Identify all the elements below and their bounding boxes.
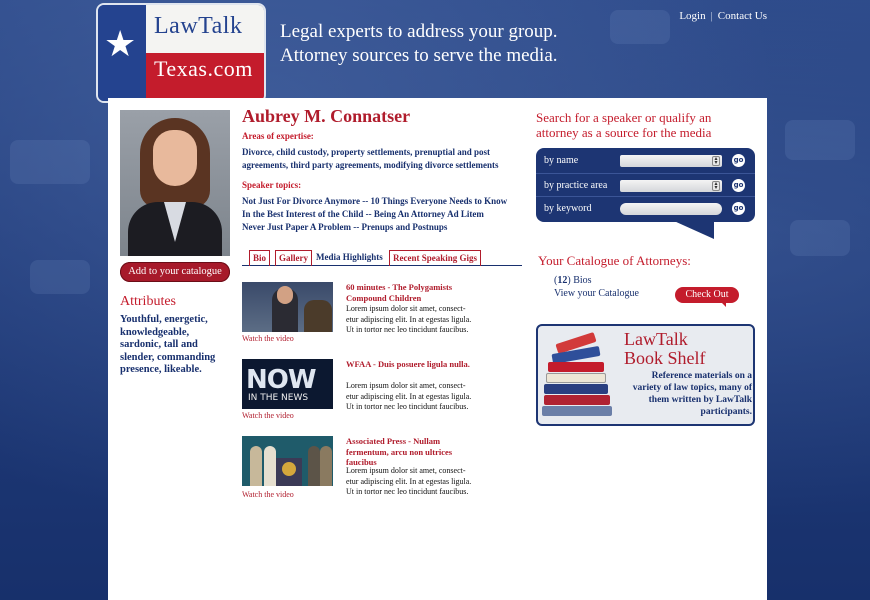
search-heading: Search for a speaker or qualify an attor…	[536, 110, 712, 140]
go-button[interactable]: go	[732, 179, 745, 192]
tab-media-highlights[interactable]: Media Highlights	[313, 250, 386, 266]
tab-recent-speaking-gigs[interactable]: Recent Speaking Gigs	[389, 250, 482, 266]
tab-gallery[interactable]: Gallery	[275, 250, 312, 266]
tab-bio[interactable]: Bio	[249, 250, 271, 266]
decorative-bubble	[790, 220, 850, 256]
attributes-text: Youthful, energetic, knowledgeable, sard…	[120, 314, 216, 375]
media-description: Lorem ipsum dolor sit amet, consect-etur…	[346, 381, 472, 411]
nav-separator: |	[710, 10, 713, 22]
dropdown-arrow-icon: ▴ ▾	[712, 181, 720, 191]
decorative-bubble	[10, 140, 90, 184]
top-navigation: Login | Contact Us	[679, 10, 767, 22]
tagline-line2: Attorney sources to serve the media.	[280, 45, 558, 66]
view-catalogue-link[interactable]: View your Catalogue	[554, 288, 639, 299]
media-title[interactable]: Associated Press - Nullam fermentum, arc…	[346, 436, 476, 468]
profile-tabs: Bio Gallery Media Highlights Recent Spea…	[242, 250, 522, 266]
media-title[interactable]: WFAA - Duis posuere ligula nulla.	[346, 359, 476, 370]
logo-text-lawtalk: LawTalk	[154, 13, 243, 39]
catalogue-count-number: 12	[557, 275, 568, 286]
books-illustration	[542, 332, 618, 422]
media-description: Lorem ipsum dolor sit amet, consect-etur…	[346, 304, 472, 334]
decorative-bubble	[30, 260, 90, 294]
search-by-practice-row: by practice area ▴ ▾ go	[536, 173, 755, 197]
thumbnail-text-news: IN THE NEWS	[248, 393, 309, 403]
book-shelf-description: Reference materials on a variety of law …	[632, 371, 752, 417]
thumbnail-text-now: NOW	[246, 365, 317, 395]
search-by-keyword-row: by keyword go	[536, 196, 755, 220]
watch-video-link[interactable]: Watch the video	[242, 490, 294, 499]
watch-video-link[interactable]: Watch the video	[242, 334, 294, 343]
add-to-catalogue-button[interactable]: Add to your catalogue	[120, 262, 230, 282]
search-by-keyword-label: by keyword	[544, 203, 592, 214]
check-out-button[interactable]: Check Out	[675, 287, 739, 303]
star-icon: ★	[104, 24, 137, 65]
speaker-topic[interactable]: In the Best Interest of the Child -- Bei…	[242, 208, 512, 221]
tagline-line1: Legal experts to address your group.	[280, 21, 558, 42]
dropdown-arrow-icon: ▴ ▾	[712, 156, 720, 166]
video-thumbnail[interactable]: NOW IN THE NEWS	[242, 359, 333, 409]
decorative-bubble	[785, 120, 855, 160]
attorney-photo	[120, 110, 230, 256]
search-speech-tail	[674, 221, 714, 239]
site-tagline: Legal experts to address your group. Att…	[280, 20, 558, 68]
book-shelf-title-line1: LawTalk	[624, 329, 688, 349]
search-by-practice-label: by practice area	[544, 180, 608, 191]
search-by-name-label: by name	[544, 155, 579, 166]
go-button[interactable]: go	[732, 202, 745, 215]
book-shelf-title-line2: Book Shelf	[624, 348, 706, 368]
video-thumbnail[interactable]	[242, 436, 333, 486]
areas-of-expertise-label: Areas of expertise:	[242, 131, 314, 141]
login-link[interactable]: Login	[679, 10, 705, 22]
media-description: Lorem ipsum dolor sit amet, consect-etur…	[346, 466, 472, 496]
areas-of-expertise-text: Divorce, child custody, property settlem…	[242, 147, 499, 170]
watch-video-link[interactable]: Watch the video	[242, 411, 294, 420]
name-select[interactable]: ▴ ▾	[620, 155, 722, 167]
book-shelf-title: LawTalk Book Shelf	[624, 330, 706, 368]
attorney-name: Aubrey M. Connatser	[242, 106, 411, 126]
media-title[interactable]: 60 minutes - The Polygamists Compound Ch…	[346, 282, 476, 303]
logo-text-texas: Texas.com	[154, 56, 253, 81]
catalogue-heading: Your Catalogue of Attorneys:	[538, 253, 691, 268]
attributes-heading: Attributes	[120, 294, 176, 309]
keyword-input[interactable]	[620, 203, 722, 215]
catalogue-count: (12) Bios	[554, 275, 592, 286]
catalogue-count-suffix: Bios	[573, 275, 592, 286]
practice-area-select[interactable]: ▴ ▾	[620, 180, 722, 192]
speaker-topics-list: Not Just For Divorce Anymore -- 10 Thing…	[242, 195, 512, 234]
search-by-name-row: by name ▴ ▾ go	[536, 149, 755, 173]
go-button[interactable]: go	[732, 154, 745, 167]
search-panel: by name ▴ ▾ go by practice area ▴ ▾ go by …	[536, 148, 755, 222]
contact-us-link[interactable]: Contact Us	[718, 10, 767, 22]
speaker-topic[interactable]: Never Just Paper A Problem -- Prenups an…	[242, 221, 512, 234]
decorative-bubble	[610, 10, 670, 44]
site-logo[interactable]: ★ LawTalk Texas.com	[96, 3, 266, 111]
video-thumbnail[interactable]	[242, 282, 333, 332]
main-content-panel: Add to your catalogue Attributes Youthfu…	[108, 98, 767, 600]
book-shelf-banner[interactable]: LawTalk Book Shelf Reference materials o…	[536, 324, 755, 426]
speaker-topics-label: Speaker topics:	[242, 180, 302, 190]
speaker-topic[interactable]: Not Just For Divorce Anymore -- 10 Thing…	[242, 195, 512, 208]
checkout-speech-tail	[720, 301, 726, 307]
